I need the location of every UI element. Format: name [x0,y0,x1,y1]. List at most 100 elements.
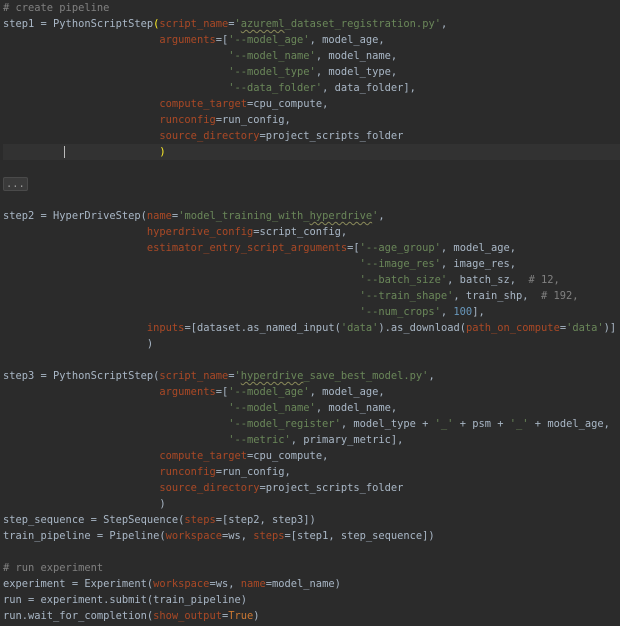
code-keyword-argument: estimator_entry_script_arguments [146,242,348,254]
code-string-spellcheck: hyperdrive [309,210,373,222]
code-line[interactable]: inputs=[dataset.as_named_input('data').a… [3,320,620,336]
code-text: =script_config, [253,226,348,238]
code-line[interactable]: compute_target=cpu_compute, [3,96,620,112]
code-string: 'data' [566,322,604,334]
code-keyword-argument: name [146,210,172,222]
code-comment: # 12, [528,274,560,286]
code-line[interactable]: run.wait_for_completion(show_output=True… [3,608,620,624]
code-line[interactable]: '--model_name', model_name, [3,48,620,64]
code-text: , model_age, [309,386,385,398]
code-text: , model_name, [315,50,398,62]
code-line[interactable]: step2 = HyperDriveStep(name='model_train… [3,208,620,224]
code-line[interactable]: ) [3,336,620,352]
code-keyword-argument: script_name [159,18,229,30]
code-text: + psm + [453,418,510,430]
code-text: run = experiment.submit(train_pipeline) [3,594,247,606]
code-string: '--num_crops' [359,306,441,318]
code-line[interactable]: run = experiment.submit(train_pipeline) [3,592,620,608]
code-line[interactable]: '--batch_size', batch_sz, # 12, [3,272,620,288]
code-line[interactable]: ... [3,176,620,192]
code-line[interactable]: hyperdrive_config=script_config, [3,224,620,240]
code-line[interactable]: ) [3,144,620,160]
code-string: _dataset_registration.py' [284,18,441,30]
code-line[interactable]: compute_target=cpu_compute, [3,448,620,464]
code-text: =[ [215,386,229,398]
code-line[interactable]: step3 = PythonScriptStep(script_name='hy… [3,368,620,384]
code-line[interactable]: '--model_register', model_type + '_' + p… [3,416,620,432]
code-text: , data_folder], [322,82,416,94]
code-text: , batch_sz, [447,274,529,286]
code-comment: # run experiment [3,562,104,574]
code-line[interactable]: '--train_shape', train_shp, # 192, [3,288,620,304]
code-line[interactable]: # create pipeline [3,0,620,16]
code-keyword-argument: compute_target [159,450,247,462]
code-keyword-argument: steps [253,530,285,542]
code-line[interactable] [3,160,620,176]
code-line[interactable]: '--metric', primary_metric], [3,432,620,448]
code-keyword-argument: runconfig [159,114,216,126]
code-keyword-argument: steps [184,514,216,526]
code-text: step1 = PythonScriptStep [3,18,154,30]
code-line[interactable]: '--data_folder', data_folder], [3,80,620,96]
code-text: , model_age, [309,34,385,46]
code-string: '--batch_size' [359,274,448,286]
code-text: =run_config, [215,114,291,126]
code-text: =[ [215,34,229,46]
code-line[interactable]: arguments=['--model_age', model_age, [3,32,620,48]
code-line[interactable]: ) [3,496,620,512]
code-text: ) [253,610,260,622]
code-editor[interactable]: # create pipeline step1 = PythonScriptSte… [0,0,620,626]
code-line[interactable]: step1 = PythonScriptStep(script_name='az… [3,16,620,32]
code-string: 'data' [340,322,379,334]
code-keyword-argument: workspace [153,578,210,590]
code-text: =run_config, [215,466,291,478]
code-text: ], [472,306,485,318]
code-string: '--data_folder' [228,82,323,94]
code-string-spellcheck: hyperdrive [240,370,304,382]
code-text: , model_type + [340,418,435,430]
code-line[interactable]: '--image_res', image_res, [3,256,620,272]
code-string: '--model_age' [228,34,310,46]
code-keyword-argument: arguments [159,386,216,398]
code-line[interactable]: # run experiment [3,560,620,576]
code-text: =cpu_compute, [247,98,329,110]
code-line[interactable]: '--model_name', model_name, [3,400,620,416]
code-text: =[dataset.as_named_input( [184,322,341,334]
code-line[interactable]: '--model_type', model_type, [3,64,620,80]
code-line[interactable]: runconfig=run_config, [3,464,620,480]
code-line[interactable]: experiment = Experiment(workspace=ws, na… [3,576,620,592]
code-line[interactable]: runconfig=run_config, [3,112,620,128]
code-text: + model_age, [528,418,610,430]
code-line[interactable]: step_sequence = StepSequence(steps=[step… [3,512,620,528]
code-keyword-argument: script_name [159,370,229,382]
folded-code-marker[interactable]: ... [3,177,28,191]
code-line[interactable]: '--num_crops', 100], [3,304,620,320]
code-text: step_sequence = StepSequence( [3,514,185,526]
code-string: '--train_shape' [359,290,454,302]
code-line[interactable] [3,352,620,368]
code-line[interactable]: source_directory=project_scripts_folder [3,480,620,496]
code-keyword-argument: workspace [165,530,222,542]
code-line[interactable]: estimator_entry_script_arguments=['--age… [3,240,620,256]
code-text: experiment = Experiment( [3,578,154,590]
code-line[interactable]: train_pipeline = Pipeline(workspace=ws, … [3,528,620,544]
code-string: '_' [434,418,454,430]
code-text: , primary_metric], [290,434,404,446]
code-line[interactable] [3,544,620,560]
code-line[interactable] [3,192,620,208]
code-line[interactable]: source_directory=project_scripts_folder [3,128,620,144]
code-area[interactable]: # create pipeline step1 = PythonScriptSte… [3,0,620,624]
code-line[interactable]: arguments=['--model_age', model_age, [3,384,620,400]
